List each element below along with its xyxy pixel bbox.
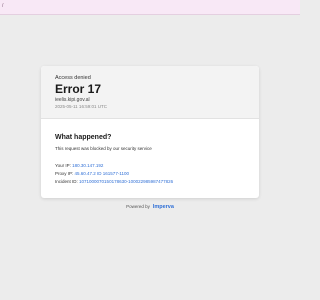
what-happened-heading: What happened? — [55, 134, 112, 141]
powered-by-label: Powered by — [126, 204, 150, 209]
footer: Powered by Imperva — [0, 203, 300, 211]
proxy-ip-row: Proxy IP: 45.60.47.2 ID 161577-1100 — [55, 171, 129, 177]
timestamp-label: 2025-05-11 16:59:01 UTC — [55, 104, 107, 109]
domain-label: ieelis.kipi.gov.al — [55, 97, 90, 103]
proxy-ip-label: Proxy IP: — [55, 171, 74, 176]
incident-id-value: 1071000070150178630-100022985987477826 — [79, 179, 174, 184]
imperva-logo-link[interactable]: Imperva — [153, 204, 174, 210]
access-denied-label: Access denied — [55, 75, 91, 81]
topbar-glyph: / — [2, 3, 4, 9]
incident-id-label: Incident ID: — [55, 179, 78, 184]
error-title: Error 17 — [55, 82, 102, 96]
error-card-header: Access denied Error 17 ieelis.kipi.gov.a… — [41, 66, 259, 119]
incident-id-row: Incident ID: 1071000070150178630-1000229… — [55, 179, 173, 185]
browser-top-bar: / — [0, 0, 300, 15]
error-card: Access denied Error 17 ieelis.kipi.gov.a… — [41, 66, 259, 198]
proxy-ip-value: 45.60.47.2 ID 161577-1100 — [74, 171, 129, 176]
your-ip-row: Your IP: 180.30.147.192 — [55, 163, 103, 169]
blocked-message: This request was blocked by our security… — [55, 146, 152, 151]
your-ip-label: Your IP: — [55, 163, 71, 168]
your-ip-value: 180.30.147.192 — [72, 163, 104, 168]
